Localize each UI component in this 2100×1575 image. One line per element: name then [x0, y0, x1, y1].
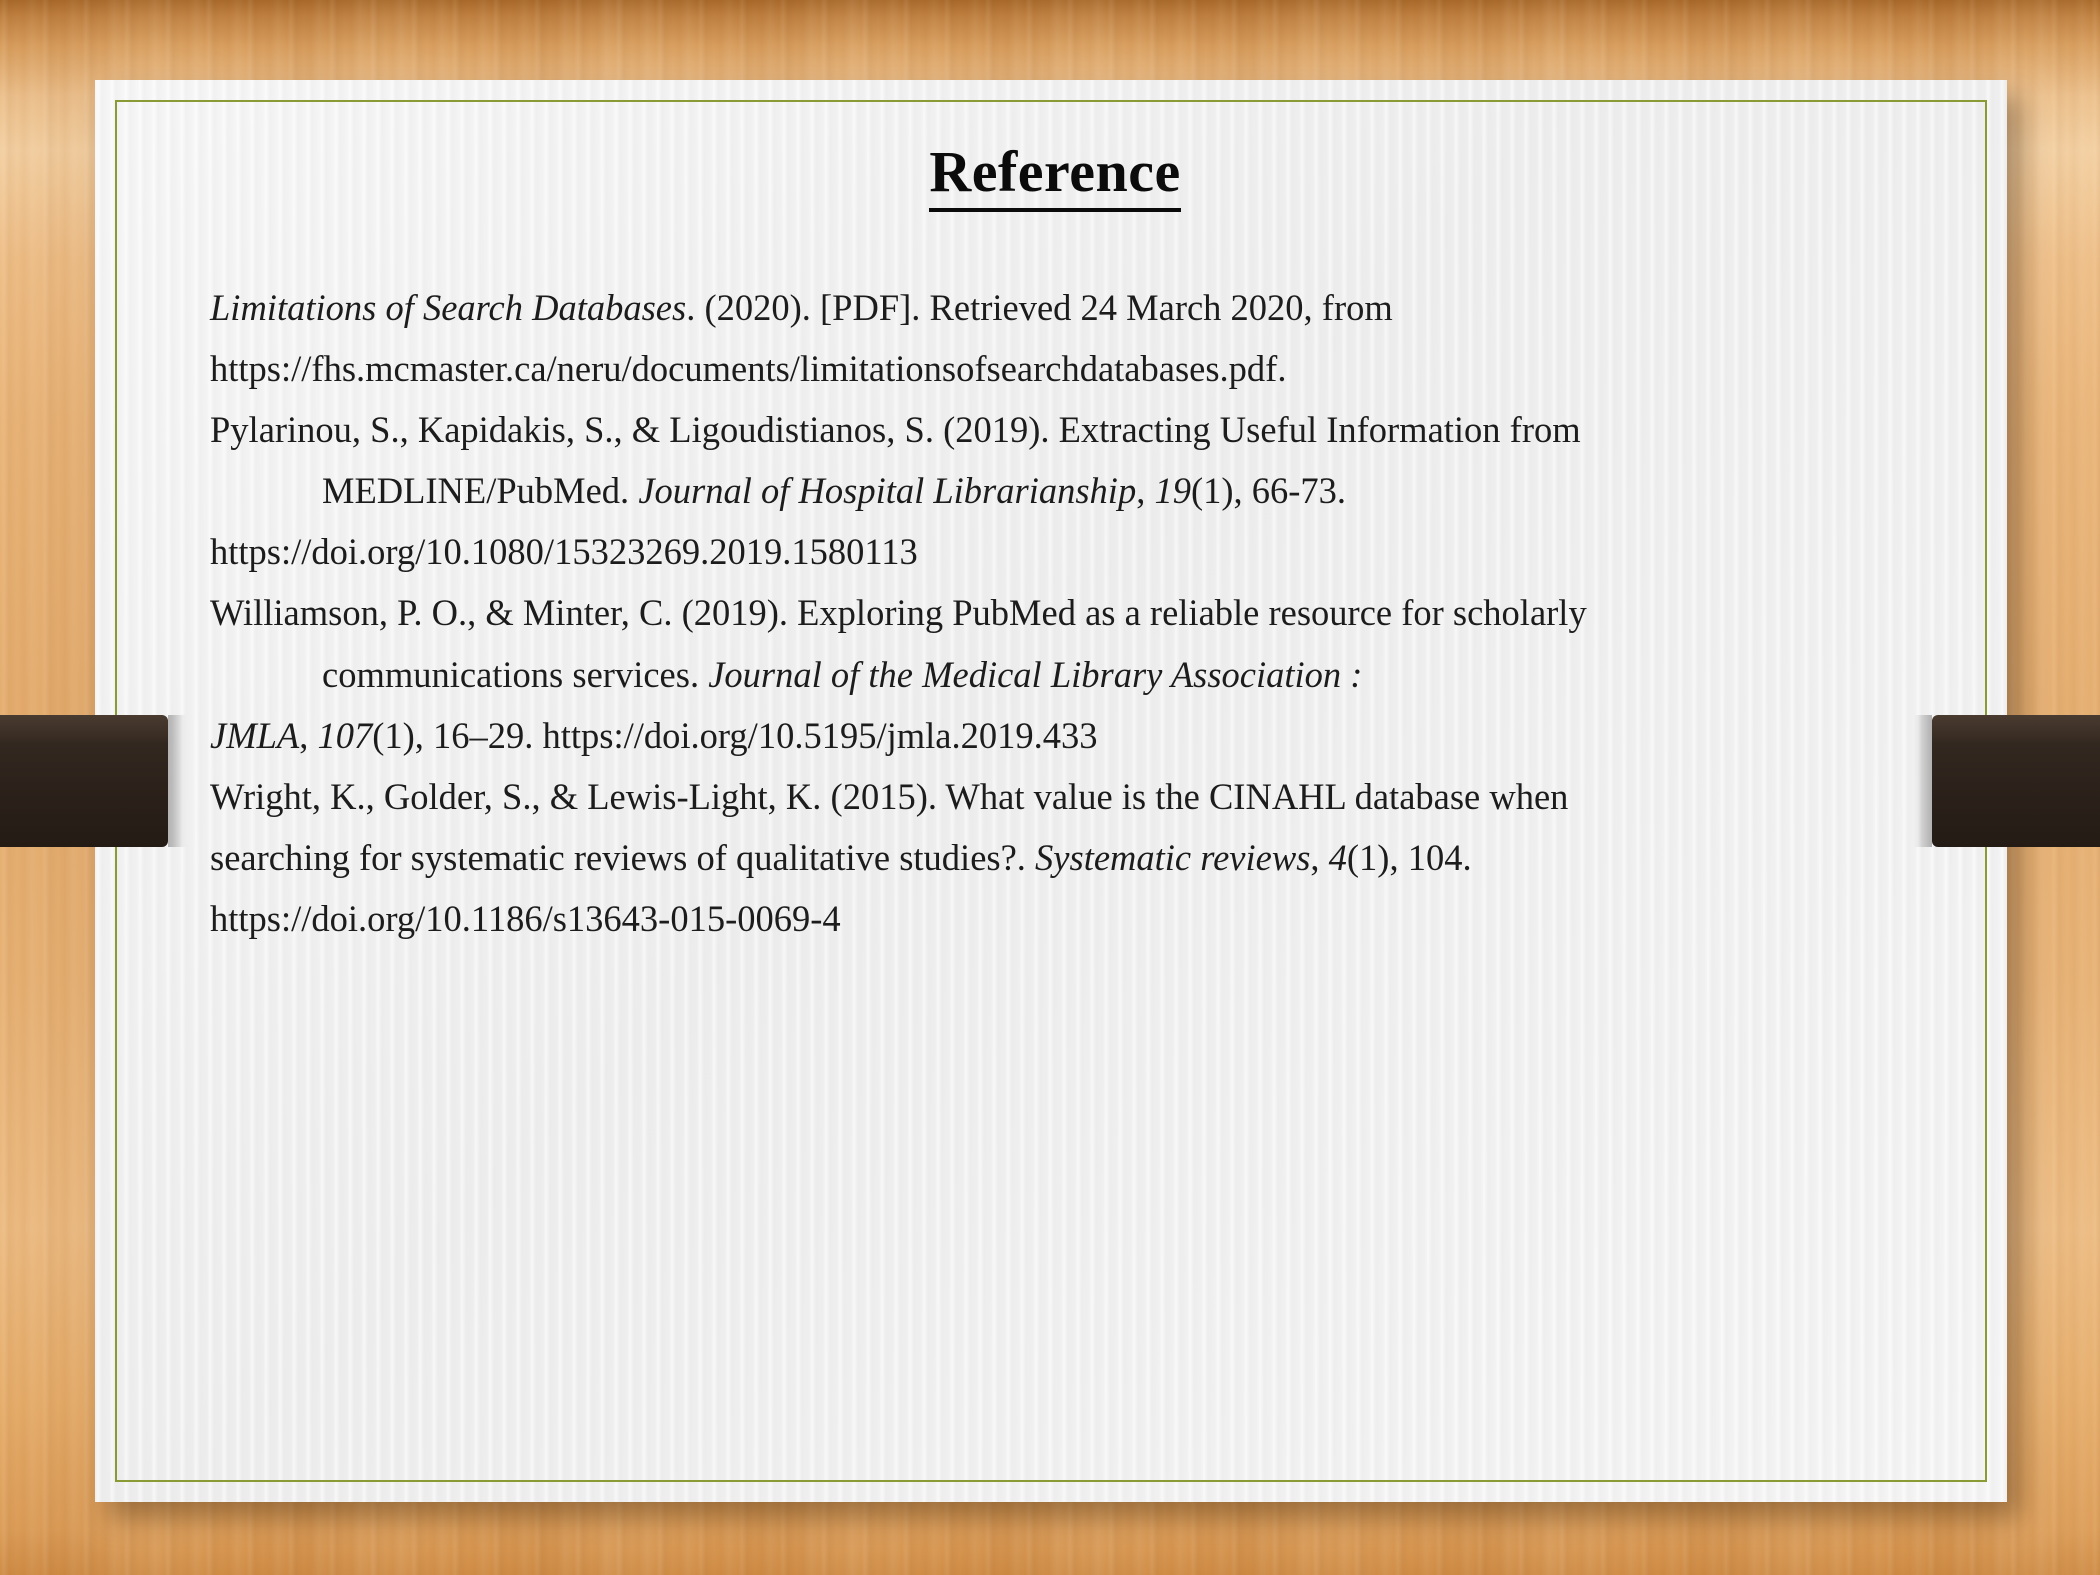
- binder-clip-right: [1932, 715, 2100, 847]
- reference-line: https://doi.org/10.1080/15323269.2019.15…: [210, 522, 1900, 581]
- reference-text: MEDLINE/PubMed.: [322, 470, 639, 512]
- reference-text-italic: 4: [1328, 836, 1347, 878]
- reference-line: Wright, K., Golder, S., & Lewis-Light, K…: [210, 767, 1900, 826]
- reference-text: https://fhs.mcmaster.ca/neru/documents/l…: [210, 347, 1287, 389]
- reference-text-italic: Limitations of Search Databases: [210, 286, 687, 328]
- reference-line: https://doi.org/10.1186/s13643-015-0069-…: [210, 889, 1900, 948]
- reference-text-italic: JMLA: [210, 714, 300, 756]
- reference-text: (1), 66-73.: [1190, 470, 1347, 512]
- page-title: Reference: [210, 140, 1900, 212]
- reference-line: Limitations of Search Databases. (2020).…: [210, 278, 1900, 337]
- reference-text: https://doi.org/10.1080/15323269.2019.15…: [210, 531, 918, 573]
- reference-text: (1), 104.: [1346, 836, 1472, 878]
- reference-line: searching for systematic reviews of qual…: [210, 828, 1900, 887]
- reference-line: Pylarinou, S., Kapidakis, S., & Ligoudis…: [210, 400, 1900, 459]
- reference-entry: Limitations of Search Databases. (2020).…: [210, 278, 1900, 398]
- reference-text: ,: [1310, 836, 1329, 878]
- page-title-text: Reference: [929, 140, 1181, 212]
- reference-text-italic: Systematic reviews: [1035, 836, 1311, 878]
- reference-entry: Williamson, P. O., & Minter, C. (2019). …: [210, 583, 1900, 764]
- reference-text: Pylarinou, S., Kapidakis, S., & Ligoudis…: [210, 409, 1581, 451]
- reference-text: ,: [1136, 470, 1155, 512]
- reference-text-italic: Journal of the Medical Library Associati…: [708, 653, 1363, 695]
- binder-clip-left: [0, 715, 168, 847]
- reference-text: Wright, K., Golder, S., & Lewis-Light, K…: [210, 775, 1569, 817]
- reference-line: https://fhs.mcmaster.ca/neru/documents/l…: [210, 339, 1900, 398]
- reference-line: JMLA, 107(1), 16–29. https://doi.org/10.…: [210, 706, 1900, 765]
- reference-line: communications services. Journal of the …: [210, 645, 1900, 704]
- reference-text-italic: Journal of Hospital Librarianship: [638, 470, 1137, 512]
- reference-text: Williamson, P. O., & Minter, C. (2019). …: [210, 592, 1587, 634]
- slide-content: Reference Limitations of Search Database…: [210, 140, 1900, 950]
- reference-text: searching for systematic reviews of qual…: [210, 836, 1036, 878]
- reference-line: Williamson, P. O., & Minter, C. (2019). …: [210, 583, 1900, 642]
- slide-stage: Reference Limitations of Search Database…: [0, 0, 2100, 1575]
- reference-text-italic: 107: [317, 714, 373, 756]
- reference-entry: Wright, K., Golder, S., & Lewis-Light, K…: [210, 767, 1900, 948]
- reference-line: MEDLINE/PubMed. Journal of Hospital Libr…: [210, 461, 1900, 520]
- reference-text: communications services.: [322, 653, 709, 695]
- reference-text-italic: 19: [1154, 470, 1191, 512]
- reference-text: (1), 16–29. https://doi.org/10.5195/jmla…: [372, 714, 1098, 756]
- reference-text: . (2020). [PDF]. Retrieved 24 March 2020…: [686, 286, 1393, 328]
- reference-text: https://doi.org/10.1186/s13643-015-0069-…: [210, 898, 841, 940]
- reference-text: ,: [299, 714, 318, 756]
- reference-list: Limitations of Search Databases. (2020).…: [210, 278, 1900, 948]
- reference-entry: Pylarinou, S., Kapidakis, S., & Ligoudis…: [210, 400, 1900, 581]
- presentation-slide: Reference Limitations of Search Database…: [95, 80, 2007, 1502]
